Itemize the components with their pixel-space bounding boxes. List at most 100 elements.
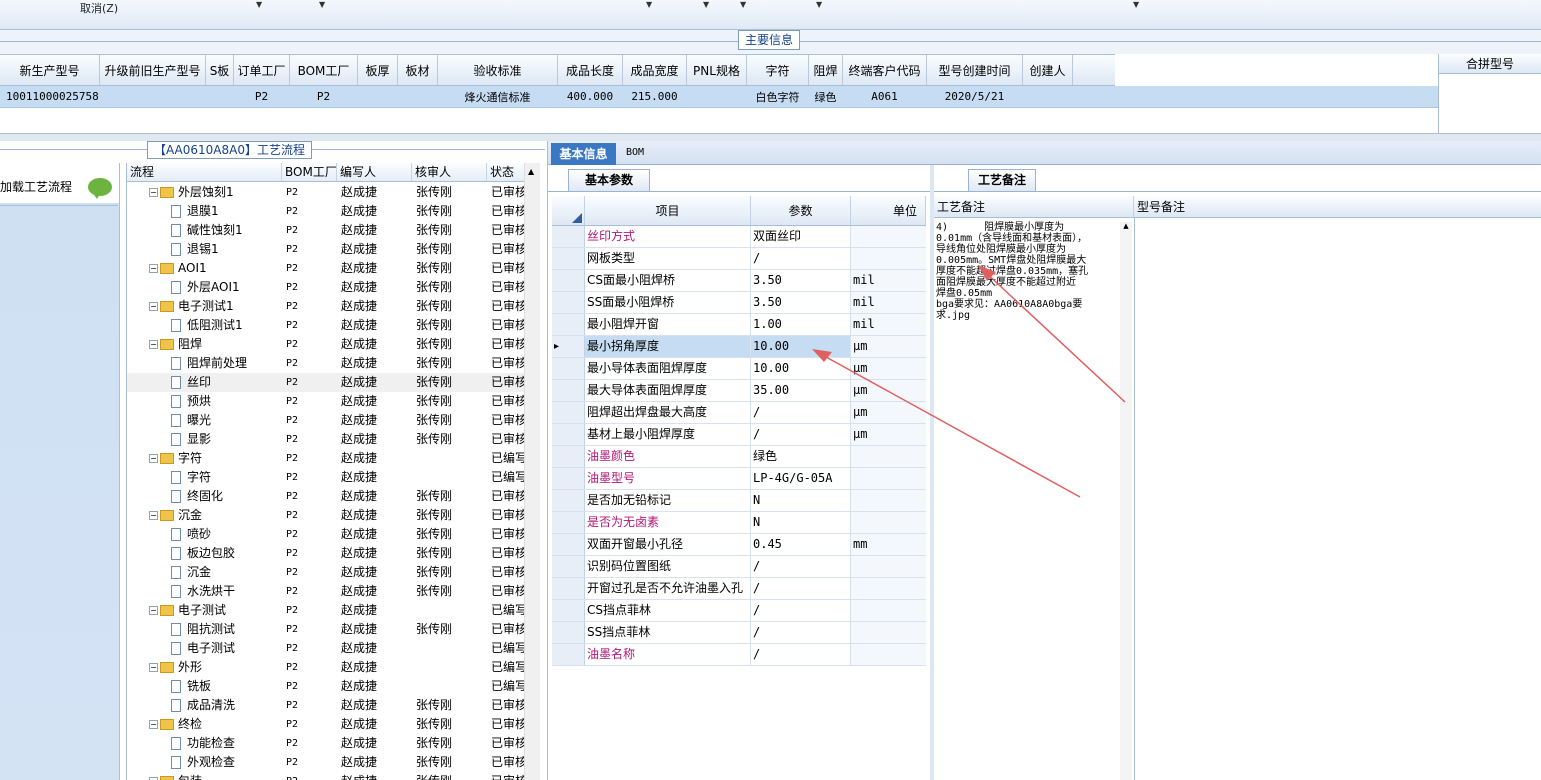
tab-process-remarks[interactable]: 工艺备注: [968, 169, 1036, 191]
main-col-header[interactable]: 板厚: [358, 55, 398, 85]
tab-basic-params[interactable]: 基本参数: [568, 169, 650, 191]
param-value[interactable]: N: [751, 512, 851, 533]
tree-row[interactable]: 电子测试 P2 赵成捷 已编写: [127, 639, 540, 658]
param-value[interactable]: 0.45: [751, 534, 851, 555]
tab-basic-info[interactable]: 基本信息: [551, 143, 616, 165]
tree-row[interactable]: 铣板 P2 赵成捷 已编写: [127, 677, 540, 696]
main-col-header[interactable]: 成品宽度: [623, 55, 687, 85]
collapse-toggle-icon[interactable]: −: [149, 264, 158, 273]
param-row[interactable]: 基材上最小阻焊厚度 / μm: [552, 424, 926, 446]
collapse-toggle-icon[interactable]: −: [149, 188, 158, 197]
param-row[interactable]: ▸ 最小拐角厚度 10.00 μm: [552, 336, 926, 358]
tree-row[interactable]: 外层AOI1 P2 赵成捷 张传刚 已审核: [127, 278, 540, 297]
main-col-header[interactable]: 成品长度: [558, 55, 623, 85]
tree-row[interactable]: 功能检查 P2 赵成捷 张传刚 已审核: [127, 734, 540, 753]
dropdown-arrow-icon[interactable]: ▼: [740, 0, 746, 9]
scroll-up-icon[interactable]: ▲: [528, 167, 534, 176]
tree-row[interactable]: 喷砂 P2 赵成捷 张传刚 已审核: [127, 525, 540, 544]
tree-row[interactable]: 水洗烘干 P2 赵成捷 张传刚 已审核: [127, 582, 540, 601]
main-cell[interactable]: 2020/5/21: [927, 86, 1023, 107]
tree-row[interactable]: − 终检 P2 赵成捷 张传刚 已审核: [127, 715, 540, 734]
chat-bubble-icon[interactable]: [88, 178, 112, 199]
collapse-toggle-icon[interactable]: −: [149, 302, 158, 311]
param-value[interactable]: 10.00: [751, 358, 851, 379]
param-row[interactable]: 是否加无铅标记 N: [552, 490, 926, 512]
dropdown-arrow-icon[interactable]: ▼: [1133, 0, 1139, 9]
tree-row[interactable]: 字符 P2 赵成捷 已编写: [127, 468, 540, 487]
main-col-header[interactable]: 型号创建时间: [927, 55, 1023, 85]
param-row[interactable]: 双面开窗最小孔径 0.45 mm: [552, 534, 926, 556]
remark-scrollbar[interactable]: ▲: [1120, 222, 1132, 780]
tree-col-header[interactable]: 核审人: [412, 163, 487, 181]
param-value[interactable]: LP-4G/G-05A: [751, 468, 851, 489]
main-grid-row[interactable]: 10011000025758 P2 P2 烽火通信标准 400.000 215.000 白色…: [0, 86, 1438, 108]
tree-row[interactable]: 低阻测试1 P2 赵成捷 张传刚 已审核: [127, 316, 540, 335]
tree-row[interactable]: 退锡1 P2 赵成捷 张传刚 已审核: [127, 240, 540, 259]
main-col-header[interactable]: BOM工厂: [290, 55, 358, 85]
param-row[interactable]: 丝印方式 双面丝印: [552, 226, 926, 248]
tree-row[interactable]: 显影 P2 赵成捷 张传刚 已审核: [127, 430, 540, 449]
tree-row[interactable]: 板边包胶 P2 赵成捷 张传刚 已审核: [127, 544, 540, 563]
main-cell[interactable]: [100, 86, 206, 107]
param-row[interactable]: 油墨型号 LP-4G/G-05A: [552, 468, 926, 490]
param-value[interactable]: /: [751, 402, 851, 423]
param-row[interactable]: 油墨名称 /: [552, 644, 926, 666]
main-cell[interactable]: 10011000025758: [0, 86, 100, 107]
param-value[interactable]: /: [751, 622, 851, 643]
collapse-toggle-icon[interactable]: −: [149, 606, 158, 615]
dropdown-arrow-icon[interactable]: ▼: [319, 0, 325, 9]
param-value[interactable]: N: [751, 490, 851, 511]
tree-row[interactable]: 终固化 P2 赵成捷 张传刚 已审核: [127, 487, 540, 506]
param-row[interactable]: CS面最小阻焊桥 3.50 mil: [552, 270, 926, 292]
param-row[interactable]: 是否为无卤素 N: [552, 512, 926, 534]
main-col-header[interactable]: 字符: [747, 55, 809, 85]
tree-row[interactable]: 丝印 P2 赵成捷 张传刚 已审核: [127, 373, 540, 392]
main-col-header[interactable]: 创建人: [1023, 55, 1073, 85]
param-row[interactable]: 最小导体表面阻焊厚度 10.00 μm: [552, 358, 926, 380]
main-col-header[interactable]: 验收标准: [438, 55, 558, 85]
main-cell[interactable]: 烽火通信标准: [438, 86, 558, 107]
dropdown-arrow-icon[interactable]: ▼: [816, 0, 822, 9]
tree-row[interactable]: 曝光 P2 赵成捷 张传刚 已审核: [127, 411, 540, 430]
main-col-header[interactable]: 订单工厂: [234, 55, 290, 85]
param-value[interactable]: 3.50: [751, 270, 851, 291]
main-cell[interactable]: [1023, 86, 1073, 107]
tree-row[interactable]: 阻焊前处理 P2 赵成捷 张传刚 已审核: [127, 354, 540, 373]
tree-row[interactable]: 预烘 P2 赵成捷 张传刚 已审核: [127, 392, 540, 411]
collapse-toggle-icon[interactable]: −: [149, 511, 158, 520]
main-cell[interactable]: [206, 86, 234, 107]
main-col-header[interactable]: 阻焊: [809, 55, 843, 85]
param-value[interactable]: 双面丝印: [751, 226, 851, 247]
collapse-toggle-icon[interactable]: −: [149, 454, 158, 463]
tree-row[interactable]: − 沉金 P2 赵成捷 张传刚 已审核: [127, 506, 540, 525]
main-cell[interactable]: 绿色: [809, 86, 843, 107]
tree-row[interactable]: − 电子测试 P2 赵成捷 已编写: [127, 601, 540, 620]
tree-row[interactable]: 沉金 P2 赵成捷 张传刚 已审核: [127, 563, 540, 582]
dropdown-arrow-icon[interactable]: ▼: [703, 0, 709, 9]
param-value[interactable]: 1.00: [751, 314, 851, 335]
param-row[interactable]: 油墨颜色 绿色: [552, 446, 926, 468]
param-value[interactable]: 3.50: [751, 292, 851, 313]
main-col-header[interactable]: PNL规格: [687, 55, 747, 85]
tree-row[interactable]: 退膜1 P2 赵成捷 张传刚 已审核: [127, 202, 540, 221]
param-row[interactable]: 最大导体表面阻焊厚度 35.00 μm: [552, 380, 926, 402]
tree-scrollbar[interactable]: ▲: [524, 163, 540, 780]
main-cell[interactable]: 400.000: [558, 86, 623, 107]
main-col-header[interactable]: 升级前旧生产型号: [100, 55, 206, 85]
tree-row[interactable]: − 阻焊 P2 赵成捷 张传刚 已审核: [127, 335, 540, 354]
tree-col-header[interactable]: 编写人: [337, 163, 412, 181]
dropdown-arrow-icon[interactable]: ▼: [256, 0, 262, 9]
param-row[interactable]: 最小阻焊开窗 1.00 mil: [552, 314, 926, 336]
param-row[interactable]: CS挡点菲林 /: [552, 600, 926, 622]
param-value[interactable]: /: [751, 644, 851, 665]
tree-row[interactable]: −包装P2赵成捷张传刚已审核: [127, 772, 540, 780]
param-value[interactable]: /: [751, 424, 851, 445]
tree-row[interactable]: − 字符 P2 赵成捷 已编写: [127, 449, 540, 468]
param-value[interactable]: /: [751, 248, 851, 269]
collapse-toggle-icon[interactable]: −: [149, 720, 158, 729]
param-row[interactable]: 识别码位置图纸 /: [552, 556, 926, 578]
tree-col-header[interactable]: 流程: [127, 163, 282, 181]
param-value[interactable]: 35.00: [751, 380, 851, 401]
main-col-header[interactable]: S板: [206, 55, 234, 85]
tree-row[interactable]: 成品清洗 P2 赵成捷 张传刚 已审核: [127, 696, 540, 715]
